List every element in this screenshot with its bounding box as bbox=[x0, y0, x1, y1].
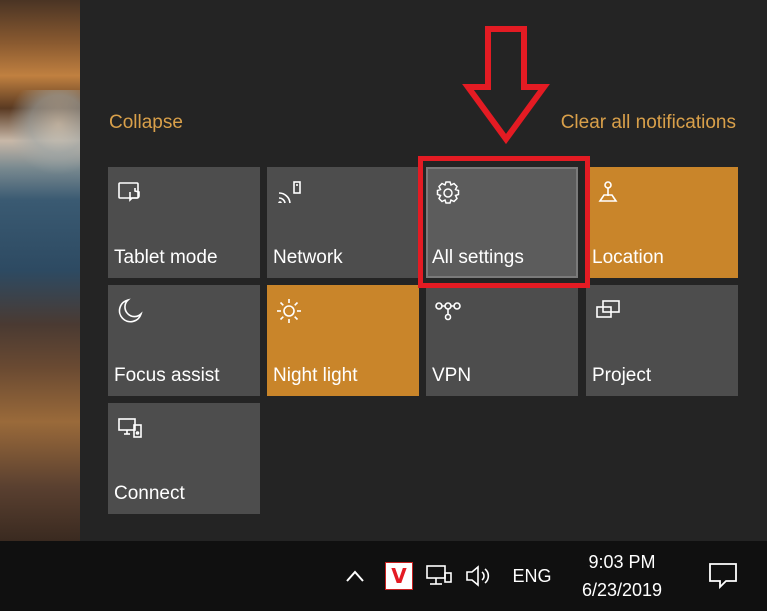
tile-label: VPN bbox=[432, 365, 472, 386]
tile-label: All settings bbox=[432, 247, 524, 268]
tile-label: Focus assist bbox=[114, 365, 220, 386]
location-icon bbox=[598, 181, 618, 202]
tile-project[interactable]: Project bbox=[586, 285, 738, 396]
tile-label: Location bbox=[592, 247, 664, 268]
clock-time: 9:03 PM bbox=[588, 552, 656, 572]
tablet-mode-icon bbox=[118, 182, 140, 202]
network-tray-button[interactable] bbox=[422, 541, 456, 611]
wired-network-icon bbox=[426, 565, 452, 585]
clock-button[interactable]: 9:03 PM 6/23/2019 bbox=[566, 541, 678, 611]
action-center-button[interactable] bbox=[678, 541, 767, 611]
tile-location[interactable]: Location bbox=[586, 167, 738, 278]
tile-night-light[interactable]: Night light bbox=[267, 285, 419, 396]
clock-date: 6/23/2019 bbox=[581, 580, 663, 600]
speaker-icon bbox=[466, 565, 490, 587]
project-icon bbox=[596, 300, 620, 318]
moon-icon bbox=[118, 298, 143, 323]
tile-network[interactable]: Network bbox=[267, 167, 419, 278]
tile-label: Project bbox=[592, 365, 652, 386]
gear-icon bbox=[436, 181, 460, 204]
tile-focus-assist[interactable]: Focus assist bbox=[108, 285, 260, 396]
collapse-link[interactable]: Collapse bbox=[109, 112, 183, 134]
input-language-button[interactable]: ENG bbox=[506, 541, 558, 611]
antivirus-tray-button[interactable]: V bbox=[383, 541, 415, 611]
chevron-up-icon bbox=[346, 570, 364, 582]
language-label: ENG bbox=[512, 565, 552, 586]
clear-all-notifications-link[interactable]: Clear all notifications bbox=[561, 112, 736, 134]
volume-tray-button[interactable] bbox=[462, 541, 496, 611]
network-icon bbox=[278, 181, 301, 204]
tile-label: Night light bbox=[273, 365, 358, 386]
sun-icon bbox=[277, 299, 301, 323]
connect-icon bbox=[118, 418, 142, 438]
vpn-icon bbox=[435, 302, 461, 321]
tile-connect[interactable]: Connect bbox=[108, 403, 260, 514]
show-hidden-icons-button[interactable] bbox=[340, 541, 370, 611]
tile-tablet-mode[interactable]: Tablet mode bbox=[108, 167, 260, 278]
notification-icon bbox=[708, 563, 737, 590]
taskbar: V ENG 9:03 PM 6/23/2019 bbox=[0, 541, 767, 611]
antivirus-icon: V bbox=[385, 562, 413, 590]
tile-all-settings[interactable]: All settings bbox=[426, 167, 578, 278]
tile-label: Network bbox=[273, 247, 343, 268]
tile-label: Connect bbox=[114, 483, 185, 504]
desktop-wallpaper bbox=[0, 0, 80, 541]
tile-vpn[interactable]: VPN bbox=[426, 285, 578, 396]
tile-label: Tablet mode bbox=[114, 247, 218, 268]
